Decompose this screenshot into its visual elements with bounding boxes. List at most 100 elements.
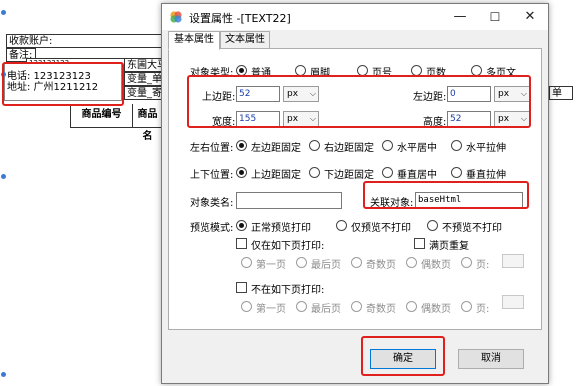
left-margin-unit-select[interactable]: px ⌵ (494, 86, 530, 102)
address-line: 地址: 广州1211212 (7, 82, 99, 93)
preview-radio-preview-only[interactable] (336, 220, 347, 231)
no-print-on-label[interactable]: 不在如下页打印: (251, 281, 324, 296)
hpos-radio-center[interactable] (382, 140, 393, 151)
object-type-radio-normal[interactable] (236, 65, 247, 76)
object-type-radio-footer[interactable] (295, 65, 306, 76)
dongpu-cell[interactable]: 东圃大马 (124, 58, 164, 72)
no-print-radio-even[interactable] (406, 301, 417, 312)
print-only-option-first[interactable]: 第一页 (256, 256, 286, 271)
object-type-radio-page-count[interactable] (411, 65, 422, 76)
resize-handle[interactable] (1, 372, 6, 377)
top-margin-unit-select[interactable]: px ⌵ (283, 86, 319, 102)
no-print-on-checkbox[interactable] (236, 282, 247, 293)
resize-handle[interactable] (1, 72, 6, 77)
var2-cell[interactable]: 变量_寄: (124, 86, 164, 100)
object-type-label: 对象类型: (190, 68, 234, 79)
object-type-option-footer[interactable]: 眉脚 (310, 64, 330, 79)
print-only-radio-page[interactable] (461, 257, 472, 268)
height-input[interactable]: 52 (447, 111, 491, 127)
object-class-input[interactable] (236, 192, 342, 209)
print-only-on-checkbox[interactable] (236, 238, 247, 249)
full-page-repeat-label[interactable]: 满页重复 (429, 237, 469, 252)
hpos-option-right-fixed[interactable]: 右边距固定 (324, 139, 374, 154)
cancel-button[interactable]: 取消 (458, 349, 524, 369)
object-type-option-page-count[interactable]: 页数 (426, 64, 446, 79)
vpos-option-top-fixed[interactable]: 上边距固定 (251, 166, 301, 181)
print-only-radio-last[interactable] (296, 257, 307, 268)
vpos-option-center[interactable]: 垂直居中 (397, 166, 437, 181)
header-col-product-name[interactable]: 商品名 (132, 104, 162, 142)
linked-object-input[interactable]: baseHtml (415, 192, 523, 209)
print-only-option-odd[interactable]: 奇数页 (366, 256, 396, 271)
vpos-option-stretch[interactable]: 垂直拉伸 (466, 166, 506, 181)
object-type-option-page-number[interactable]: 页号 (372, 64, 392, 79)
vpos-radio-center[interactable] (382, 167, 393, 178)
top-margin-input[interactable]: 52 (236, 86, 280, 102)
no-print-option-odd[interactable]: 奇数页 (366, 300, 396, 315)
preview-option-none[interactable]: 不预览不打印 (442, 219, 502, 234)
maximize-button[interactable]: ☐ (485, 8, 505, 26)
text22-element[interactable]: 电话: 123123123 地址: 广州1211212 (4, 63, 122, 101)
vpos-radio-stretch[interactable] (451, 167, 462, 178)
minimize-button[interactable]: — (450, 8, 470, 26)
linked-object-label: 关联对象: (370, 198, 414, 209)
close-button[interactable]: ✕ (520, 8, 540, 26)
width-unit-select[interactable]: px ⌵ (283, 111, 319, 127)
chevron-down-icon: ⌵ (309, 89, 316, 98)
width-input[interactable]: 155 (236, 111, 280, 127)
full-page-repeat-checkbox[interactable] (414, 238, 425, 249)
preview-option-preview-only[interactable]: 仅预览不打印 (351, 219, 411, 234)
no-print-option-last[interactable]: 最后页 (311, 300, 341, 315)
height-unit-select[interactable]: px ⌵ (494, 111, 530, 127)
no-print-page-input[interactable] (502, 295, 524, 309)
hpos-radio-right-fixed[interactable] (309, 140, 320, 151)
object-type-radio-page-number[interactable] (357, 65, 368, 76)
print-only-radio-even[interactable] (406, 257, 417, 268)
var1-cell[interactable]: 变量_单: (124, 72, 164, 86)
ok-button[interactable]: 确定 (370, 349, 436, 369)
no-print-option-first[interactable]: 第一页 (256, 300, 286, 315)
print-only-radio-first[interactable] (241, 257, 252, 268)
tab-basic-properties[interactable]: 基本属性 (168, 31, 220, 50)
vpos-radio-top-fixed[interactable] (236, 167, 247, 178)
vpos-option-bottom-fixed[interactable]: 下边距固定 (324, 166, 374, 181)
object-type-option-multipage[interactable]: 多页文 (486, 64, 516, 79)
preview-option-normal[interactable]: 正常预览打印 (251, 219, 311, 234)
resize-handle[interactable] (1, 10, 6, 15)
no-print-radio-first[interactable] (241, 301, 252, 312)
account-row[interactable]: 收款账户: (6, 34, 162, 48)
right-cell[interactable]: 单 (549, 86, 573, 100)
hpos-radio-left-fixed[interactable] (236, 140, 247, 151)
dialog-titlebar[interactable]: 设置属性 -[TEXT22] — ☐ ✕ (162, 4, 548, 30)
no-print-radio-odd[interactable] (351, 301, 362, 312)
print-only-page-input[interactable] (502, 254, 524, 268)
tab-text-properties[interactable]: 文本属性 (220, 31, 270, 49)
vpos-radio-bottom-fixed[interactable] (309, 167, 320, 178)
preview-radio-normal[interactable] (236, 220, 247, 231)
preview-radio-none[interactable] (427, 220, 438, 231)
header-col-product-code[interactable]: 商品编号 (70, 104, 132, 128)
left-margin-input[interactable]: 0 (447, 86, 491, 102)
print-only-option-page[interactable]: 页: (476, 256, 489, 271)
width-label: 宽度: (212, 117, 236, 128)
no-print-radio-page[interactable] (461, 301, 472, 312)
vertical-position-label: 上下位置: (190, 170, 234, 181)
right-cell-text: 单 (552, 88, 562, 99)
no-print-option-even[interactable]: 偶数页 (421, 300, 451, 315)
print-only-on-label[interactable]: 仅在如下页打印: (251, 237, 324, 252)
hpos-radio-stretch[interactable] (451, 140, 462, 151)
object-type-option-normal[interactable]: 普通 (251, 64, 271, 79)
resize-handle[interactable] (1, 174, 6, 179)
app-logo-icon (170, 11, 182, 23)
hpos-option-stretch[interactable]: 水平拉伸 (466, 139, 506, 154)
hpos-option-center[interactable]: 水平居中 (397, 139, 437, 154)
object-type-radio-multipage[interactable] (471, 65, 482, 76)
print-only-radio-odd[interactable] (351, 257, 362, 268)
account-label: 收款账户: (9, 36, 53, 47)
dialog-title: 设置属性 -[TEXT22] (189, 12, 291, 25)
print-only-option-last[interactable]: 最后页 (311, 256, 341, 271)
no-print-option-page[interactable]: 页: (476, 300, 489, 315)
print-only-option-even[interactable]: 偶数页 (421, 256, 451, 271)
no-print-radio-last[interactable] (296, 301, 307, 312)
hpos-option-left-fixed[interactable]: 左边距固定 (251, 139, 301, 154)
